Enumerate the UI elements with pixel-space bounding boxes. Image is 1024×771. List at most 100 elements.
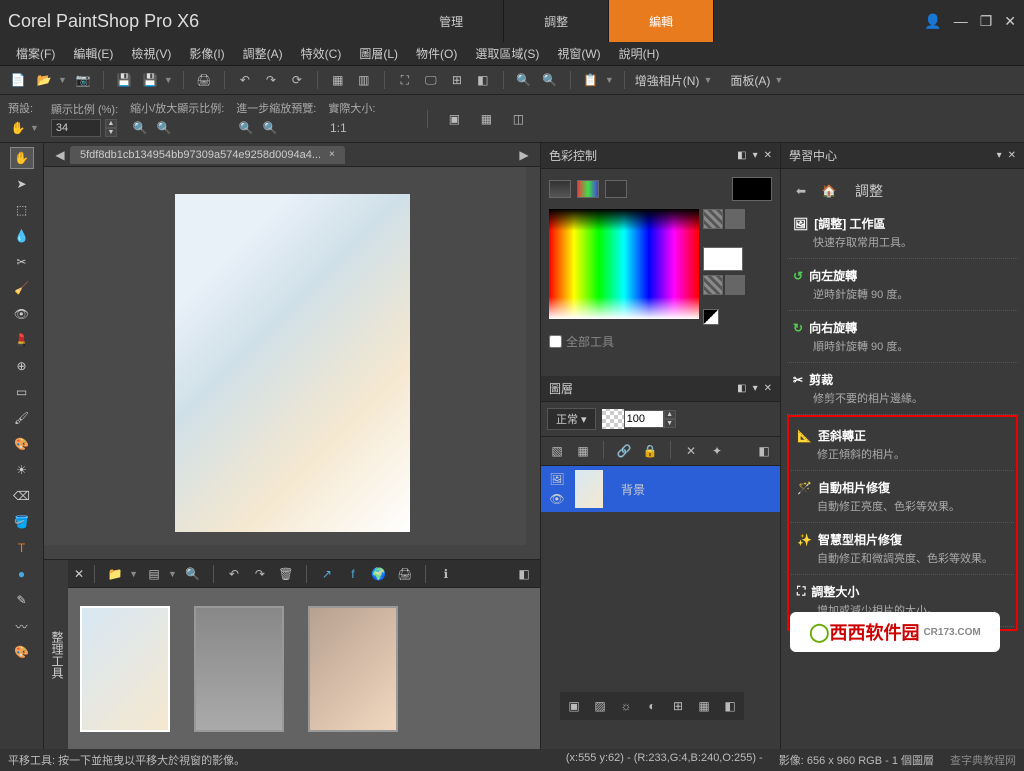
actual-icon[interactable]: 1:1 [328, 118, 348, 138]
chip-pattern1[interactable] [703, 209, 723, 229]
zoom-in-icon[interactable]: 🔍 [540, 70, 560, 90]
layers-panel-header[interactable]: 圖層 ◧▾✕ [541, 376, 780, 402]
zoom-out2-icon[interactable]: 🔍 [130, 118, 150, 138]
canvas-image[interactable] [175, 194, 410, 532]
frame-style-3[interactable] [605, 180, 627, 198]
dropper-tool[interactable]: 💧 [10, 225, 34, 247]
extra2-icon[interactable]: ▦ [476, 109, 496, 129]
menu-selection[interactable]: 選取區域(S) [467, 43, 547, 64]
new-layer-icon[interactable]: ▧ [547, 441, 567, 461]
saveas-dropdown[interactable]: ▼ [164, 75, 173, 85]
palette-tool[interactable]: 🎨 [10, 433, 34, 455]
mini6-icon[interactable]: ▦ [694, 696, 714, 716]
tab-edit[interactable]: 編輯 [609, 0, 714, 42]
brush-tool[interactable]: 🖌 [10, 407, 34, 429]
learn-item-workspace[interactable]: 🖼[調整] 工作區 快速存取常用工具。 [787, 207, 1018, 259]
selection-tool[interactable]: ⬚ [10, 199, 34, 221]
history-icon[interactable]: ⟳ [287, 70, 307, 90]
step-in-icon[interactable]: 🔍 [260, 118, 280, 138]
vertical-scrollbar[interactable] [526, 167, 540, 559]
layout2-icon[interactable]: ▥ [354, 70, 374, 90]
org-zoom-icon[interactable]: 🔍 [183, 564, 203, 584]
step-out-icon[interactable]: 🔍 [236, 118, 256, 138]
effects-layer-icon[interactable]: ✦ [707, 441, 727, 461]
learn-item-auto-fix[interactable]: 🪄自動相片修復 自動修正亮度、色彩等效果。 [791, 471, 1014, 523]
color-panel-undock-icon[interactable]: ◧ [737, 150, 746, 161]
nav-prev-icon[interactable]: ◀ [50, 145, 70, 165]
eraser-tool[interactable]: ⌫ [10, 485, 34, 507]
org-share-icon[interactable]: ↗ [317, 564, 337, 584]
layers-panel-close-icon[interactable]: ✕ [764, 383, 772, 394]
pan-tool[interactable]: ✋ [10, 147, 34, 169]
open-dropdown[interactable]: ▼ [58, 75, 67, 85]
tab-adjust[interactable]: 調整 [504, 0, 609, 42]
menu-help[interactable]: 說明(H) [611, 43, 668, 64]
preset-dropdown[interactable]: ▼ [30, 123, 39, 133]
color-picker[interactable] [549, 209, 699, 319]
org-info-icon[interactable]: ℹ [436, 564, 456, 584]
org-view-icon[interactable]: ▤ [144, 564, 164, 584]
mini7-icon[interactable]: ◧ [720, 696, 740, 716]
nav-next-icon[interactable]: ▶ [514, 145, 534, 165]
pen-tool[interactable]: ✎ [10, 589, 34, 611]
pointer-tool[interactable]: ➤ [10, 173, 34, 195]
menu-view[interactable]: 檢視(V) [123, 43, 179, 64]
remove-tool[interactable]: 🧹 [10, 277, 34, 299]
horizontal-scrollbar[interactable] [44, 545, 540, 559]
undo-icon[interactable]: ↶ [235, 70, 255, 90]
learning-panel-pin-icon[interactable]: ▾ [997, 150, 1002, 161]
layers-panel-pin-icon[interactable]: ▾ [753, 383, 758, 394]
zoom-in2-icon[interactable]: 🔍 [154, 118, 174, 138]
org-folder-dropdown[interactable]: ▼ [129, 569, 138, 579]
menu-edit[interactable]: 編輯(E) [65, 43, 121, 64]
enhance-photo-menu[interactable]: 增強相片(N) [635, 72, 700, 89]
thumbnail-1[interactable] [80, 606, 170, 732]
gradient-tool[interactable]: ▭ [10, 381, 34, 403]
learn-home-icon[interactable]: 🏠 [819, 181, 839, 201]
layer-name[interactable]: 背景 [621, 481, 645, 498]
zoom-up[interactable]: ▲ [105, 119, 117, 128]
layer-type-icon[interactable]: 🖼 [545, 470, 569, 488]
mini4-icon[interactable]: ◐ [642, 696, 662, 716]
mini2-icon[interactable]: ▨ [590, 696, 610, 716]
tab-manage[interactable]: 管理 [399, 0, 504, 42]
learn-item-rotate-left[interactable]: ↺向左旋轉 逆時針旋轉 90 度。 [787, 259, 1018, 311]
org-map-icon[interactable]: 🌍 [369, 564, 389, 584]
layer-visibility-icon[interactable]: 👁 [545, 490, 569, 508]
redo-icon[interactable]: ↷ [261, 70, 281, 90]
blend-mode-select[interactable]: 正常 ▾ [547, 408, 596, 430]
monitor-icon[interactable]: 🖵 [421, 70, 441, 90]
resize-icon[interactable]: ⛶ [395, 70, 415, 90]
opacity-down[interactable]: ▼ [664, 419, 676, 428]
color-panel-close-icon[interactable]: ✕ [764, 150, 772, 161]
maximize-button[interactable]: ❐ [980, 13, 993, 30]
color-panel-header[interactable]: 色彩控制 ◧▾✕ [541, 143, 780, 169]
saveas-icon[interactable]: 💾 [140, 70, 160, 90]
shape-tool[interactable]: ● [10, 563, 34, 585]
learn-item-straighten[interactable]: 📐歪斜轉正 修正傾斜的相片。 [791, 419, 1014, 471]
thumbnail-2[interactable] [194, 606, 284, 732]
frame-style-2[interactable] [577, 180, 599, 198]
menu-file[interactable]: 檔案(F) [8, 43, 63, 64]
grid-icon[interactable]: ⊞ [447, 70, 467, 90]
learning-panel-close-icon[interactable]: ✕ [1008, 150, 1016, 161]
zoom-out-icon[interactable]: 🔍 [514, 70, 534, 90]
print-icon[interactable]: 🖨 [194, 70, 214, 90]
learn-item-rotate-right[interactable]: ↻向右旋轉 順時針旋轉 90 度。 [787, 311, 1018, 363]
bw-swatch[interactable] [703, 309, 719, 325]
learn-item-crop[interactable]: ✂剪裁 修剪不要的相片邊緣。 [787, 363, 1018, 415]
opacity-up[interactable]: ▲ [664, 410, 676, 419]
menu-window[interactable]: 視窗(W) [549, 43, 608, 64]
org-delete-icon[interactable]: 🗑 [276, 564, 296, 584]
layer-menu-icon[interactable]: ◧ [754, 441, 774, 461]
canvas-viewport[interactable] [44, 167, 540, 559]
lighten-tool[interactable]: ☀ [10, 459, 34, 481]
opacity-input[interactable] [624, 410, 664, 428]
menu-layers[interactable]: 圖層(L) [351, 43, 406, 64]
panel-dropdown[interactable]: ▼ [774, 75, 783, 85]
user-icon[interactable]: 👤 [924, 13, 941, 30]
redeye-tool[interactable]: 👁 [10, 303, 34, 325]
mini3-icon[interactable]: ☼ [616, 696, 636, 716]
org-close-icon[interactable]: ✕ [74, 567, 84, 581]
zoom-input[interactable] [51, 119, 101, 137]
